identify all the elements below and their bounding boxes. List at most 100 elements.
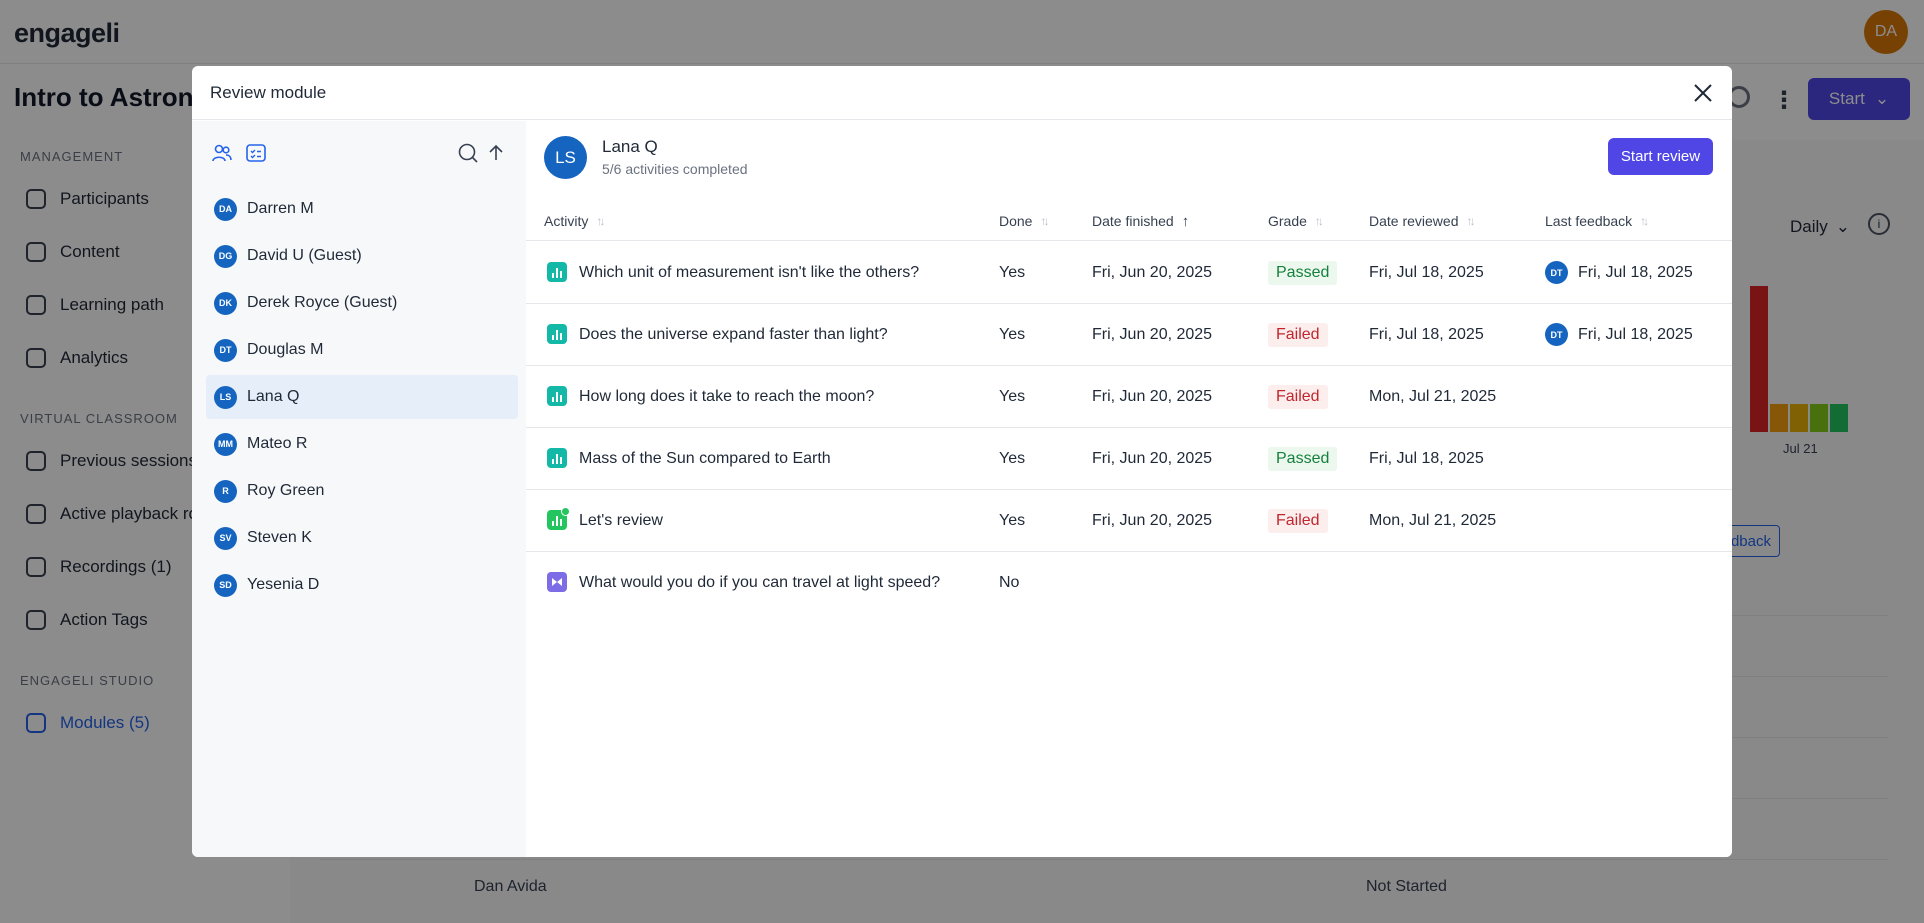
activity-row[interactable]: Mass of the Sun compared to Earth Yes Fri,…: [526, 428, 1732, 490]
activity-row[interactable]: What would you do if you can travel at l…: [526, 552, 1732, 614]
column-done[interactable]: Done ↑↓: [999, 201, 1049, 241]
done-cell: Yes: [999, 449, 1026, 467]
sort-participants-button[interactable]: [484, 141, 508, 165]
grade-cell: Passed: [1268, 428, 1338, 489]
date-finished-cell: Fri, Jun 20, 2025: [1092, 511, 1213, 529]
participant-item[interactable]: DG David U (Guest): [206, 234, 518, 278]
column-label: Date reviewed: [1369, 213, 1459, 229]
participant-item[interactable]: SD Yesenia D: [206, 563, 518, 607]
participant-avatar: R: [214, 479, 237, 503]
activity-name: What would you do if you can travel at l…: [579, 573, 941, 591]
review-poll-icon: [547, 507, 570, 530]
close-button[interactable]: [1688, 78, 1718, 108]
participant-item[interactable]: DT Douglas M: [206, 328, 518, 372]
dialog-header: Review module: [192, 66, 1732, 120]
done-cell: No: [999, 573, 1020, 591]
participant-avatar: DT: [214, 338, 237, 362]
participant-detail: LS Lana Q 5/6 activities completed Start…: [526, 121, 1732, 857]
column-date-finished[interactable]: Date finished ↑: [1092, 201, 1189, 241]
search-participants-button[interactable]: [456, 141, 480, 165]
date-finished-cell: Fri, Jun 20, 2025: [1092, 387, 1213, 405]
activity-row[interactable]: How long does it take to reach the moon?…: [526, 366, 1732, 428]
column-date-reviewed[interactable]: Date reviewed ↑↓: [1369, 201, 1476, 241]
date-reviewed-cell: Fri, Jul 18, 2025: [1369, 449, 1484, 467]
participant-item[interactable]: LS Lana Q: [206, 375, 518, 419]
sort-ascending-icon: ↑: [1181, 212, 1190, 230]
grade-cell: Passed: [1268, 242, 1338, 303]
last-feedback-date: Fri, Jul 18, 2025: [1578, 263, 1693, 281]
arrow-up-icon: [489, 144, 503, 160]
participant-name: Roy Green: [247, 482, 325, 499]
participant-avatar: DA: [214, 197, 237, 221]
participant-item[interactable]: SV Steven K: [206, 516, 518, 560]
checklist-icon: [246, 144, 266, 162]
activities-view-toggle[interactable]: [244, 141, 268, 165]
date-reviewed-cell: Fri, Jul 18, 2025: [1369, 263, 1484, 281]
done-cell: Yes: [999, 325, 1026, 343]
activity-name: How long does it take to reach the moon?: [579, 387, 875, 405]
poll-icon: [547, 324, 567, 344]
grade-badge: Failed: [1268, 508, 1328, 533]
activity-row[interactable]: Does the universe expand faster than lig…: [526, 304, 1732, 366]
participant-name: Derek Royce (Guest): [247, 294, 398, 311]
badge-dot: [561, 507, 570, 516]
activity-name: Let's review: [579, 511, 663, 529]
column-grade[interactable]: Grade ↑↓: [1268, 201, 1324, 241]
activity-progress: 5/6 activities completed: [602, 161, 748, 177]
activity-name: Mass of the Sun compared to Earth: [579, 449, 831, 467]
column-label: Last feedback: [1545, 213, 1633, 229]
users-icon: [212, 144, 232, 162]
date-finished-cell: Fri, Jun 20, 2025: [1092, 449, 1213, 467]
participant-name: Steven K: [247, 529, 312, 546]
activity-row[interactable]: Let's review Yes Fri, Jun 20, 2025 Failed Mo…: [526, 490, 1732, 552]
poll-icon: [547, 448, 567, 468]
participant-avatar: SD: [214, 573, 237, 597]
done-cell: Yes: [999, 387, 1026, 405]
sort-icon: ↑↓: [1040, 214, 1049, 228]
date-reviewed-cell: Mon, Jul 21, 2025: [1369, 511, 1497, 529]
done-cell: Yes: [999, 511, 1026, 529]
participant-name: Yesenia D: [247, 576, 320, 593]
review-module-dialog: Review module DA Darren M DG David U (Guest…: [192, 66, 1732, 857]
participant-avatar: SV: [214, 526, 237, 550]
participant-name: David U (Guest): [247, 247, 362, 264]
participant-name: Lana Q: [247, 388, 300, 405]
grade-badge: Passed: [1268, 260, 1338, 285]
participant-list: DA Darren M DG David U (Guest) DK Derek Royce…: [206, 187, 518, 610]
close-icon: [1694, 84, 1712, 102]
participant-pane: DA Darren M DG David U (Guest) DK Derek Royce…: [192, 121, 526, 857]
date-finished-cell: Fri, Jun 20, 2025: [1092, 325, 1213, 343]
activity-name: Which unit of measurement isn't like the…: [579, 263, 920, 281]
grade-cell: Failed: [1268, 366, 1328, 427]
sort-icon: ↑↓: [1640, 214, 1649, 228]
activity-table-header: Activity ↑↓ Done ↑↓ Date finished ↑ Grade ↑↓…: [526, 201, 1732, 241]
column-label: Done: [999, 213, 1033, 229]
participant-item[interactable]: MM Mateo R: [206, 422, 518, 466]
participant-avatar: DK: [214, 291, 237, 315]
poll-icon: [547, 386, 567, 406]
activity-row[interactable]: Which unit of measurement isn't like the…: [526, 242, 1732, 304]
video-response-icon: [547, 572, 567, 592]
date-reviewed-cell: Fri, Jul 18, 2025: [1369, 325, 1484, 343]
participant-avatar: MM: [214, 432, 237, 456]
date-reviewed-cell: Mon, Jul 21, 2025: [1369, 387, 1497, 405]
participants-view-toggle[interactable]: [210, 141, 234, 165]
poll-icon: [547, 262, 567, 282]
participant-item[interactable]: R Roy Green: [206, 469, 518, 513]
column-last-feedback[interactable]: Last feedback ↑↓: [1545, 201, 1649, 241]
done-cell: Yes: [999, 263, 1026, 281]
dialog-title: Review module: [210, 83, 327, 102]
participant-item[interactable]: DA Darren M: [206, 187, 518, 231]
start-review-button[interactable]: Start review: [1608, 138, 1713, 175]
participant-item[interactable]: DK Derek Royce (Guest): [206, 281, 518, 325]
sort-icon: ↑↓: [596, 214, 605, 228]
column-label: Activity: [544, 213, 589, 229]
sort-icon: ↑↓: [1466, 214, 1476, 228]
sort-icon: ↑↓: [1314, 214, 1324, 228]
column-activity[interactable]: Activity ↑↓: [544, 201, 605, 241]
grade-cell: Failed: [1268, 490, 1328, 551]
grade-badge: Failed: [1268, 322, 1328, 347]
activity-name: Does the universe expand faster than lig…: [579, 325, 888, 343]
last-feedback-date: Fri, Jul 18, 2025: [1578, 325, 1693, 343]
selected-user-name: Lana Q: [602, 137, 658, 156]
